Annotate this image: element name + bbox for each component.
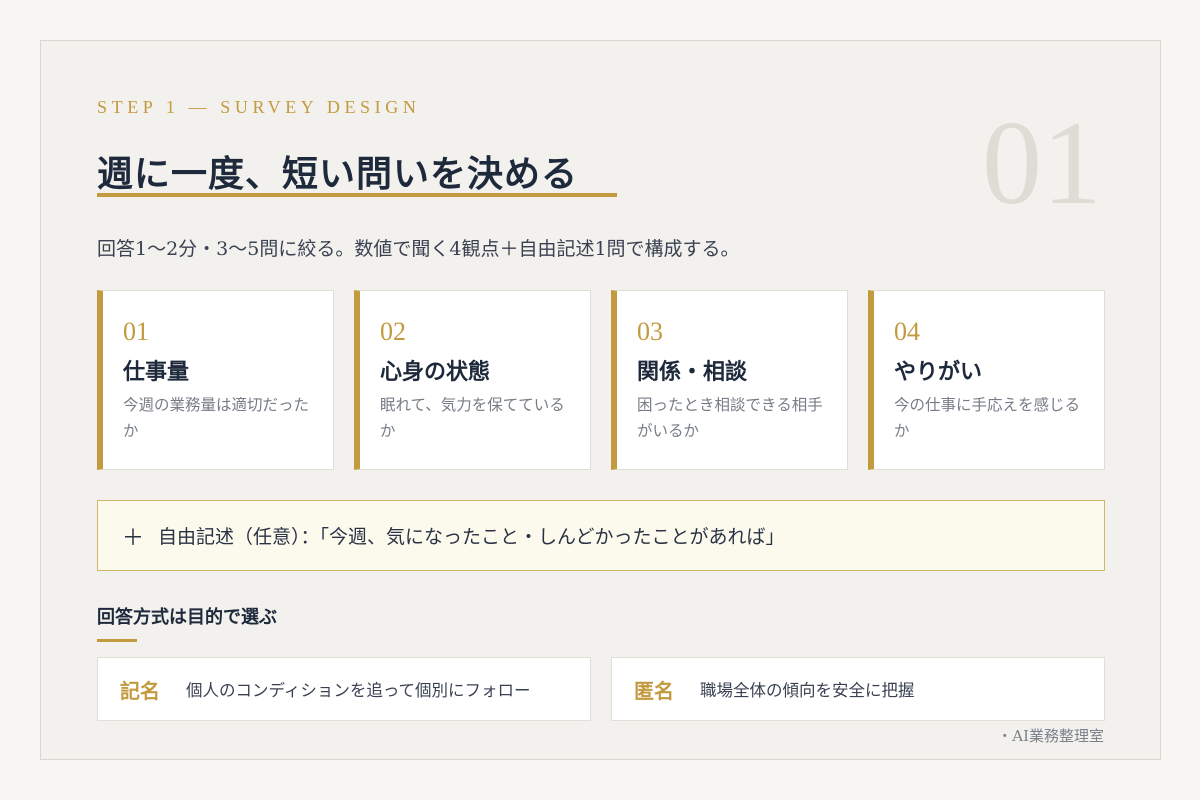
aspect-card-workload: 01 仕事量 今週の業務量は適切だったか [97, 290, 334, 470]
step-number: 01 [982, 96, 1102, 229]
card-number: 01 [123, 317, 149, 346]
card-number: 02 [380, 317, 406, 346]
method-description: 個人のコンディションを追って個別にフォロー [186, 681, 531, 700]
lead-text: 回答1〜2分・3〜5問に絞る。数値で聞く4観点＋自由記述1問で構成する。 [97, 238, 740, 260]
page-title: 週に一度、短い問いを決める [97, 153, 579, 195]
methods-title: 回答方式は目的で選ぶ [97, 607, 277, 628]
method-anonymous: 匿名 職場全体の傾向を安全に把握 [611, 657, 1105, 721]
card-number: 03 [637, 317, 663, 346]
aspect-card-motivation: 04 やりがい 今の仕事に手応えを感じるか [868, 290, 1105, 470]
title-underline [97, 193, 617, 197]
free-text-box: ＋ 自由記述（任意）：「今週、気になったこと・しんどかったことがあれば」 [97, 500, 1105, 571]
card-description: 困ったとき相談できる相手がいるか [637, 396, 823, 440]
methods-underline [97, 639, 137, 642]
plus-icon: ＋ [122, 525, 145, 551]
method-named: 記名 個人のコンディションを追って個別にフォロー [97, 657, 591, 721]
method-name: 記名 [120, 678, 160, 703]
card-description: 眠れて、気力を保てているか [380, 396, 565, 440]
footer-credit: ・AI業務整理室 [997, 727, 1104, 745]
card-number: 04 [894, 317, 920, 346]
method-name: 匿名 [634, 678, 674, 703]
aspect-card-relations: 03 関係・相談 困ったとき相談できる相手がいるか [611, 290, 848, 470]
aspect-cards: 01 仕事量 今週の業務量は適切だったか 02 心身の状態 眠れて、気力を保てて… [97, 290, 1105, 470]
card-title: やりがい [894, 359, 983, 385]
free-text-label: 自由記述（任意）：「今週、気になったこと・しんどかったことがあれば」 [158, 526, 785, 548]
card-title: 心身の状態 [380, 359, 491, 385]
card-description: 今週の業務量は適切だったか [123, 396, 310, 440]
card-description: 今の仕事に手応えを感じるか [894, 396, 1081, 440]
method-description: 職場全体の傾向を安全に把握 [700, 681, 915, 700]
aspect-card-wellbeing: 02 心身の状態 眠れて、気力を保てているか [354, 290, 591, 470]
step-label: STEP 1 — SURVEY DESIGN [97, 97, 421, 117]
card-title: 関係・相談 [637, 359, 748, 385]
slide-frame: STEP 1 — SURVEY DESIGN 01 週に一度、短い問いを決める … [40, 40, 1161, 760]
card-title: 仕事量 [123, 359, 190, 385]
